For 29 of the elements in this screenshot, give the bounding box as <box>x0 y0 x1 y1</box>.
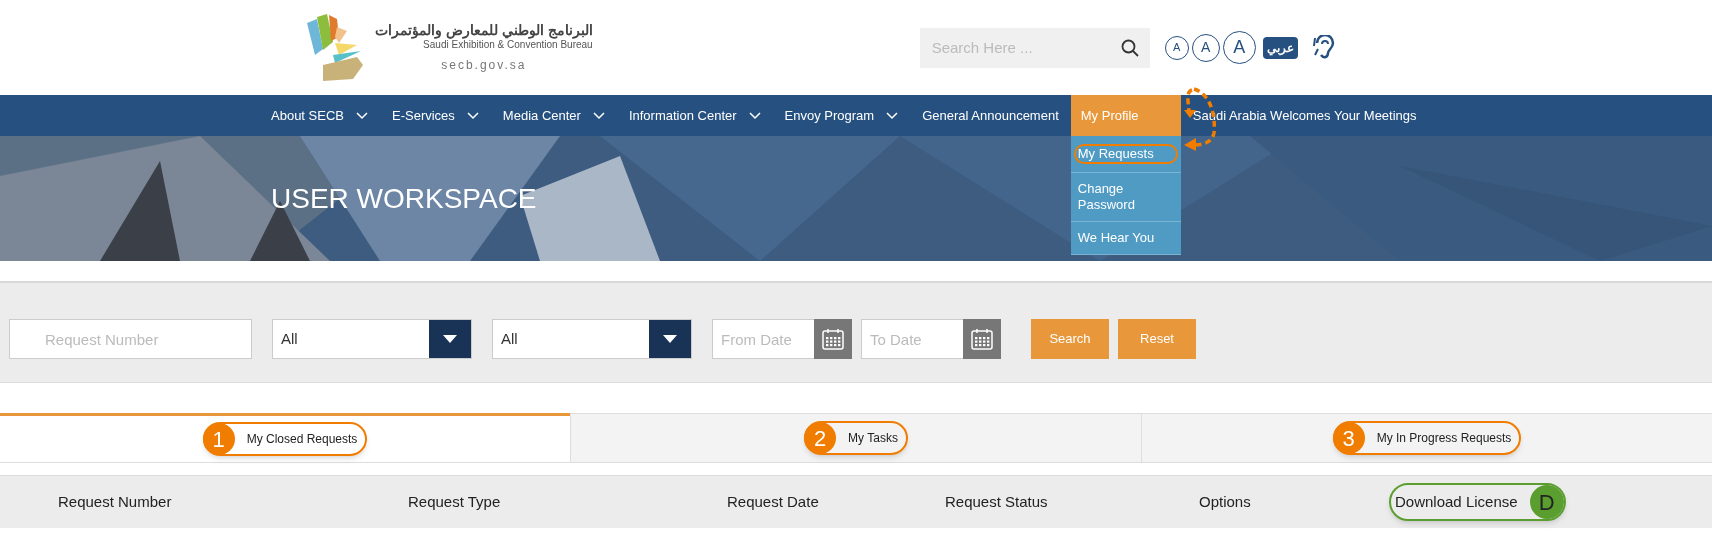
step-badge: 3 <box>1332 422 1365 454</box>
logo-english-text: Saudi Exhibition & Convention Bureau <box>423 39 593 52</box>
nav-item[interactable]: About SECB <box>271 95 380 136</box>
nav-item[interactable]: General Announcement <box>910 95 1071 136</box>
column-header: Request Status <box>945 491 1049 512</box>
column-header: Download License D <box>1389 483 1566 521</box>
nav-item[interactable]: Information Center <box>616 95 773 136</box>
language-button[interactable]: عربي <box>1262 36 1298 59</box>
date-field[interactable]: From Date <box>712 319 814 359</box>
select-field[interactable]: All <box>272 319 472 359</box>
nav-item[interactable]: Media Center <box>490 95 617 136</box>
request-number-field[interactable]: Request Number <box>9 319 252 359</box>
nav-item[interactable]: E-Services <box>380 95 491 136</box>
step-badge: D <box>1529 485 1564 519</box>
column-header: Request Number <box>58 491 173 512</box>
select-field[interactable]: All <box>492 319 692 359</box>
step-badge: 2 <box>804 422 837 454</box>
tab[interactable]: 3 My In Progress Requests <box>1141 413 1712 462</box>
column-header: Options <box>1199 491 1252 512</box>
page-title: USER WORKSPACE <box>271 181 537 216</box>
step-badge: 1 <box>202 423 235 455</box>
column-header: Request Date <box>727 491 820 512</box>
tab[interactable]: 2 My Tasks <box>570 413 1141 462</box>
date-field[interactable]: To Date <box>861 319 963 359</box>
column-header: Request Type <box>408 491 502 512</box>
logo-arabic-text: البرنامج الوطني للمعارض والمؤتمرات <box>375 21 593 39</box>
logo-domain-text: secb.gov.sa <box>441 56 527 74</box>
nav-item[interactable]: Saudi Arabia Welcomes Your Meetings <box>1180 95 1429 136</box>
nav-item[interactable]: Envoy Program <box>772 95 911 136</box>
